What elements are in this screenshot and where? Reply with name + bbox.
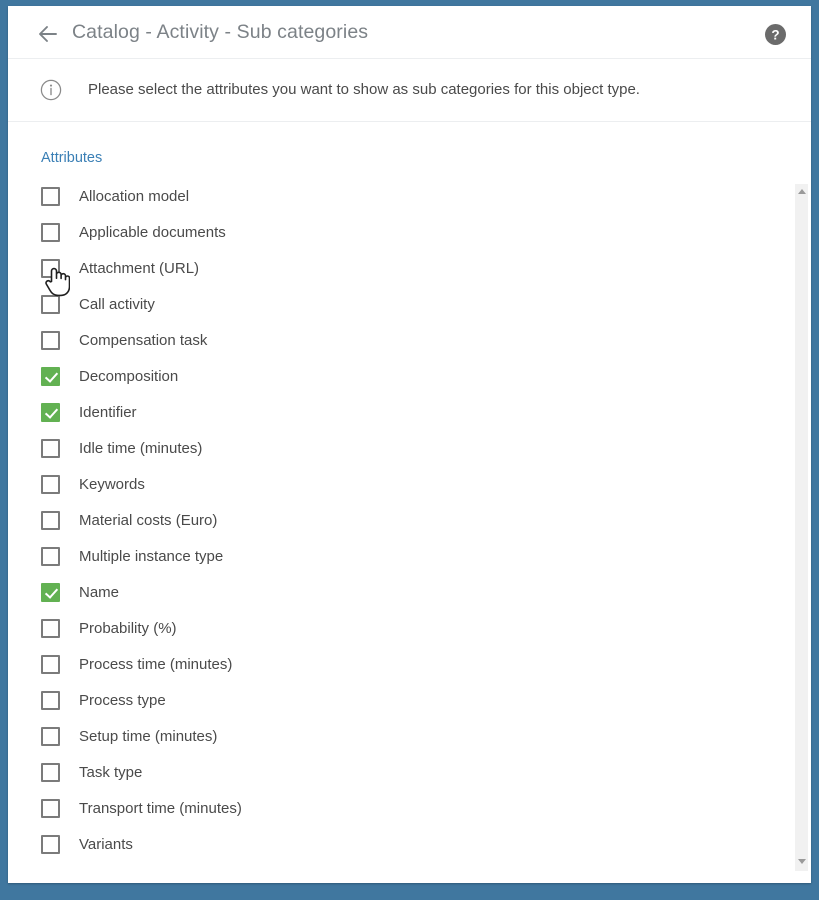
attribute-label: Multiple instance type <box>79 547 224 565</box>
checkbox-unchecked[interactable] <box>41 654 60 674</box>
attribute-label: Attachment (URL) <box>79 259 200 277</box>
checkbox-unchecked[interactable] <box>41 510 60 530</box>
attribute-row[interactable]: Identifier <box>8 394 798 430</box>
attribute-row[interactable]: Name <box>8 574 798 610</box>
attribute-label: Probability (%) <box>79 619 177 637</box>
checkbox-checked[interactable] <box>41 402 60 422</box>
help-circle-icon: ? <box>765 24 786 45</box>
attribute-label: Material costs (Euro) <box>79 511 218 529</box>
checkbox-unchecked[interactable] <box>41 294 60 314</box>
checkbox-unchecked[interactable] <box>41 186 60 206</box>
back-button[interactable] <box>34 20 62 48</box>
attribute-list: Allocation model Applicable documents Atta… <box>8 178 798 862</box>
attribute-row[interactable]: Variants <box>8 826 798 862</box>
attribute-row[interactable]: Material costs (Euro) <box>8 502 798 538</box>
attribute-label: Idle time (minutes) <box>79 439 203 457</box>
attribute-label: Task type <box>79 763 143 781</box>
triangle-down-icon <box>795 859 808 864</box>
attribute-label: Process type <box>79 691 166 709</box>
attribute-label: Name <box>79 583 120 601</box>
attribute-row[interactable]: Process type <box>8 682 798 718</box>
checkbox-unchecked[interactable] <box>41 726 60 746</box>
attribute-label: Process time (minutes) <box>79 655 233 673</box>
attribute-row[interactable]: Probability (%) <box>8 610 798 646</box>
attribute-label: Transport time (minutes) <box>79 799 242 817</box>
attribute-label: Decomposition <box>79 367 179 385</box>
attribute-label: Keywords <box>79 475 145 493</box>
scrollbar-thumb[interactable] <box>795 198 808 838</box>
checkbox-unchecked[interactable] <box>41 762 60 782</box>
attribute-row[interactable]: Allocation model <box>8 178 798 214</box>
help-button[interactable]: ? <box>765 24 786 45</box>
checkbox-checked[interactable] <box>41 366 60 386</box>
checkbox-unchecked[interactable] <box>41 834 60 854</box>
triangle-up-icon <box>795 189 808 194</box>
attribute-row[interactable]: Attachment (URL) <box>8 250 798 286</box>
info-message: Please select the attributes you want to… <box>88 81 640 98</box>
attribute-row[interactable]: Call activity <box>8 286 798 322</box>
checkbox-unchecked[interactable] <box>41 258 60 278</box>
attribute-label: Identifier <box>79 403 137 421</box>
vertical-scrollbar[interactable] <box>795 184 808 871</box>
attribute-row[interactable]: Multiple instance type <box>8 538 798 574</box>
checkbox-unchecked[interactable] <box>41 618 60 638</box>
info-bar: Please select the attributes you want to… <box>8 59 811 122</box>
checkbox-unchecked[interactable] <box>41 798 60 818</box>
attribute-label: Call activity <box>79 295 155 313</box>
checkbox-unchecked[interactable] <box>41 438 60 458</box>
sub-categories-dialog: Catalog - Activity - Sub categories ? Pl… <box>8 6 811 883</box>
application-window: Catalog - Activity - Sub categories ? Pl… <box>0 0 819 900</box>
checkbox-unchecked[interactable] <box>41 330 60 350</box>
attribute-label: Compensation task <box>79 331 208 349</box>
attribute-row[interactable]: Idle time (minutes) <box>8 430 798 466</box>
checkbox-unchecked[interactable] <box>41 546 60 566</box>
scroll-down-button[interactable] <box>795 856 808 869</box>
attribute-row[interactable]: Process time (minutes) <box>8 646 798 682</box>
attribute-label: Applicable documents <box>79 223 226 241</box>
checkbox-checked[interactable] <box>41 582 60 602</box>
attribute-row[interactable]: Keywords <box>8 466 798 502</box>
dialog-header: Catalog - Activity - Sub categories ? <box>8 6 811 59</box>
page-title: Catalog - Activity - Sub categories <box>72 21 369 43</box>
attribute-list-viewport: Allocation model Applicable documents Atta… <box>8 178 811 878</box>
checkbox-unchecked[interactable] <box>41 690 60 710</box>
attribute-row[interactable]: Task type <box>8 754 798 790</box>
attribute-row[interactable]: Compensation task <box>8 322 798 358</box>
attribute-label: Setup time (minutes) <box>79 727 218 745</box>
attribute-row[interactable]: Decomposition <box>8 358 798 394</box>
attribute-row[interactable]: Transport time (minutes) <box>8 790 798 826</box>
checkbox-unchecked[interactable] <box>41 474 60 494</box>
attributes-section-label: Attributes <box>41 150 103 166</box>
info-circle-icon <box>40 79 62 101</box>
attribute-label: Allocation model <box>79 187 190 205</box>
attribute-row[interactable]: Applicable documents <box>8 214 798 250</box>
attribute-row[interactable]: Setup time (minutes) <box>8 718 798 754</box>
checkbox-unchecked[interactable] <box>41 222 60 242</box>
svg-text:?: ? <box>771 27 779 42</box>
arrow-left-icon <box>36 22 60 46</box>
attribute-label: Variants <box>79 835 133 853</box>
